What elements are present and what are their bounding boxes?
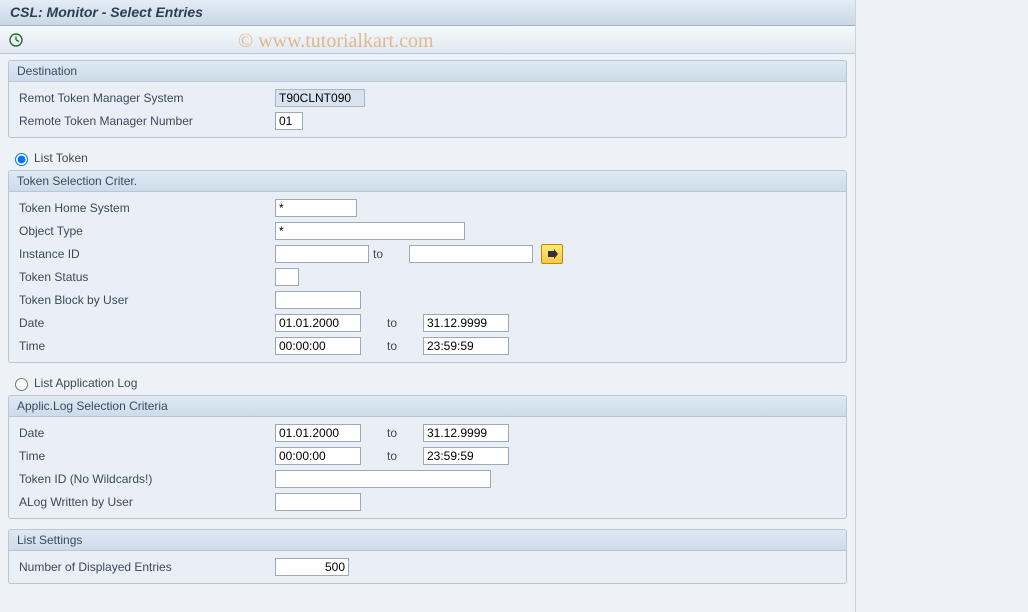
group-token-criteria: Token Selection Criter. Token Home Syste…	[8, 170, 847, 363]
label-applog-time: Time	[15, 449, 275, 463]
label-remote-number: Remote Token Manager Number	[15, 114, 275, 128]
input-instance-id-from[interactable]	[275, 245, 369, 263]
label-to-applog-date: to	[383, 426, 423, 440]
input-object-type[interactable]	[275, 222, 465, 240]
input-instance-id-to[interactable]	[409, 245, 533, 263]
radio-list-token-label: List Token	[34, 151, 88, 165]
input-token-id[interactable]	[275, 470, 491, 488]
label-token-status: Token Status	[15, 270, 275, 284]
input-token-status[interactable]	[275, 268, 299, 286]
radio-row-list-applog: List Application Log	[8, 373, 847, 395]
label-remote-system: Remot Token Manager System	[15, 91, 275, 105]
input-num-entries[interactable]	[275, 558, 349, 576]
radio-list-applog[interactable]	[15, 378, 28, 391]
input-token-date-to[interactable]	[423, 314, 509, 332]
group-destination-header: Destination	[9, 61, 846, 82]
label-to-instance: to	[369, 247, 409, 261]
multi-selection-button[interactable]	[541, 244, 563, 264]
radio-row-list-token: List Token	[8, 148, 847, 170]
input-token-time-to[interactable]	[423, 337, 509, 355]
page-title: CSL: Monitor - Select Entries	[0, 0, 855, 26]
group-list-settings: List Settings Number of Displayed Entrie…	[8, 529, 847, 584]
input-block-user[interactable]	[275, 291, 361, 309]
input-remote-number[interactable]	[275, 112, 303, 130]
label-applog-date: Date	[15, 426, 275, 440]
label-token-time: Time	[15, 339, 275, 353]
input-applog-time-from[interactable]	[275, 447, 361, 465]
group-list-settings-header: List Settings	[9, 530, 846, 551]
group-applog-criteria: Applic.Log Selection Criteria Date to Ti…	[8, 395, 847, 519]
label-to-applog-time: to	[383, 449, 423, 463]
group-destination: Destination Remot Token Manager System R…	[8, 60, 847, 138]
label-to-token-time: to	[383, 339, 423, 353]
input-token-time-from[interactable]	[275, 337, 361, 355]
label-token-id: Token ID (No Wildcards!)	[15, 472, 275, 486]
toolbar	[0, 26, 855, 54]
group-token-criteria-header: Token Selection Criter.	[9, 171, 846, 192]
group-applog-criteria-header: Applic.Log Selection Criteria	[9, 396, 846, 417]
input-token-date-from[interactable]	[275, 314, 361, 332]
input-applog-date-to[interactable]	[423, 424, 509, 442]
label-block-user: Token Block by User	[15, 293, 275, 307]
label-alog-user: ALog Written by User	[15, 495, 275, 509]
execute-icon[interactable]	[8, 32, 24, 48]
label-home-system: Token Home System	[15, 201, 275, 215]
input-applog-time-to[interactable]	[423, 447, 509, 465]
label-object-type: Object Type	[15, 224, 275, 238]
input-home-system[interactable]	[275, 199, 357, 217]
label-instance-id: Instance ID	[15, 247, 275, 261]
label-num-entries: Number of Displayed Entries	[15, 560, 275, 574]
input-applog-date-from[interactable]	[275, 424, 361, 442]
label-token-date: Date	[15, 316, 275, 330]
label-to-token-date: to	[383, 316, 423, 330]
radio-list-token[interactable]	[15, 153, 28, 166]
input-alog-user[interactable]	[275, 493, 361, 511]
radio-list-applog-label: List Application Log	[34, 376, 137, 390]
input-remote-system	[275, 89, 365, 107]
